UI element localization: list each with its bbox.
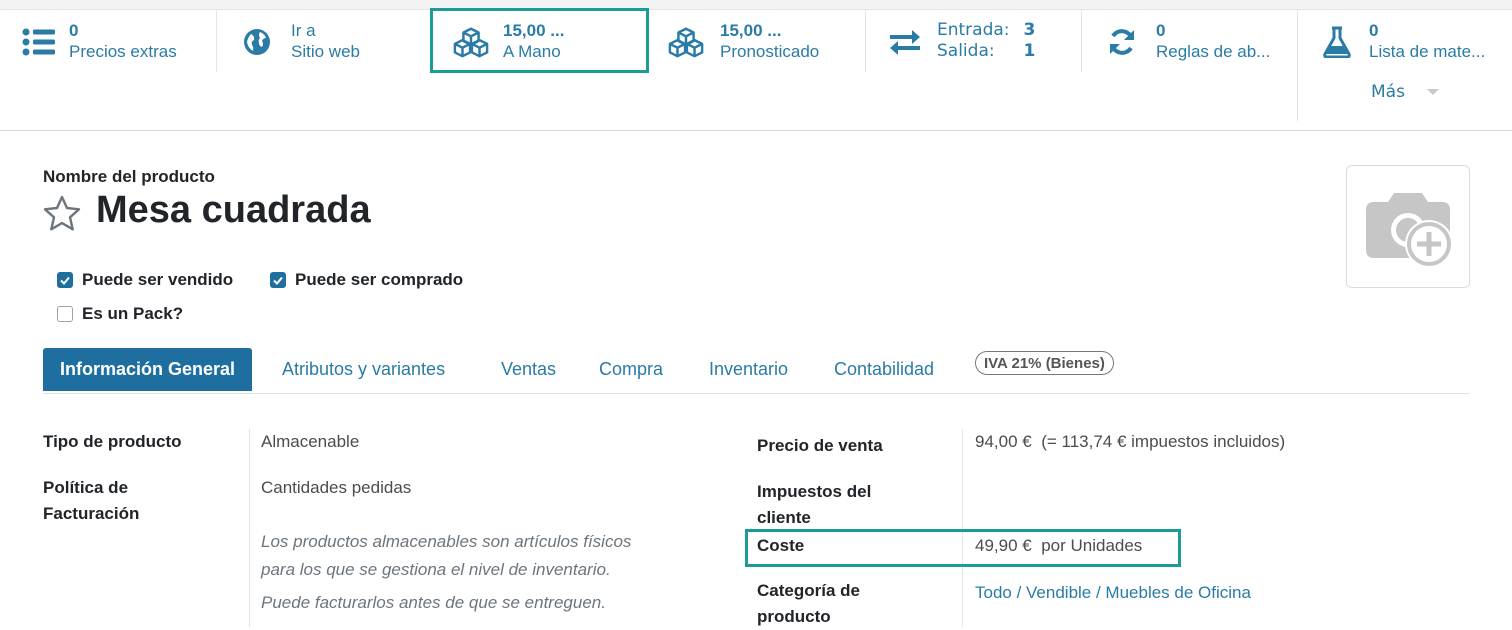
bom-count: 0 [1369, 21, 1379, 40]
can-be-purchased-label: Puede ser comprado [295, 270, 464, 289]
star-icon[interactable] [43, 195, 81, 235]
tab-attributes-variants[interactable]: Atributos y variantes [282, 348, 445, 391]
incoming-label: Entrada: [937, 20, 1010, 40]
product-name[interactable]: Mesa cuadrada [96, 189, 371, 232]
website-line2: Sitio web [291, 42, 360, 61]
can-be-sold-label: Puede ser vendido [82, 270, 234, 289]
category-label-1: Categoría de [757, 581, 860, 600]
customer-taxes-label-1: Impuestos del [757, 482, 872, 501]
globe-icon [239, 24, 275, 60]
is-pack-checkbox[interactable]: Es un Pack? [57, 304, 183, 324]
column-divider [962, 429, 963, 627]
tab-accounting[interactable]: Contabilidad [834, 348, 934, 391]
product-name-label: Nombre del producto [43, 167, 215, 186]
tax-badge[interactable]: IVA 21% (Bienes) [975, 351, 1114, 375]
invoice-policy-label-1: Política de [43, 478, 129, 497]
reorder-rules-button[interactable]: 0 Reglas de ab... [1082, 10, 1298, 72]
in-out-button[interactable]: Entrada: 3 Salida: 1 [866, 10, 1082, 72]
can-be-purchased-checkbox[interactable]: Puede ser comprado [270, 270, 463, 290]
highlight-on-hand [430, 8, 649, 73]
forecasted-button[interactable]: 15,00 ... Pronosticado [649, 10, 866, 72]
top-strip [0, 0, 1512, 10]
outgoing-count: 1 [1023, 41, 1036, 61]
more-dropdown[interactable]: Más [1297, 62, 1512, 121]
reorder-rules-count: 0 [1156, 21, 1166, 40]
invoice-policy-label-2: Facturación [43, 504, 140, 523]
smart-button-box: 0 Precios extras Ir a Sitio web 15,00 ..… [0, 10, 1512, 131]
tab-general-info[interactable]: Información General [43, 348, 253, 391]
invoice-policy-field[interactable]: Cantidades pedidas [261, 475, 411, 501]
forecasted-label: Pronosticado [720, 42, 820, 61]
tab-inventory[interactable]: Inventario [709, 348, 788, 391]
customer-taxes-label-2: cliente [757, 508, 811, 527]
tab-purchase[interactable]: Compra [599, 348, 663, 391]
flask-icon [1319, 24, 1355, 60]
camera-add-icon [1366, 192, 1453, 268]
extra-prices-button[interactable]: 0 Precios extras [0, 10, 217, 72]
incoming-count: 3 [1023, 20, 1036, 40]
exchange-icon [887, 24, 923, 60]
more-label: Más [1371, 81, 1405, 102]
cubes-icon [668, 24, 704, 60]
category-label-2: producto [757, 607, 831, 626]
forecasted-qty: 15,00 ... [720, 21, 782, 40]
product-category-link[interactable]: Todo / Vendible / Muebles de Oficina [975, 580, 1251, 606]
checkbox-unchecked-icon [57, 306, 73, 322]
extra-prices-label: Precios extras [69, 42, 177, 61]
column-divider [249, 429, 250, 627]
product-type-field[interactable]: Almacenable [261, 429, 359, 455]
can-be-sold-checkbox[interactable]: Puede ser vendido [57, 270, 233, 290]
product-type-label: Tipo de producto [43, 432, 182, 451]
refresh-icon [1104, 24, 1140, 60]
product-type-note-1b: para los que se gestiona el nivel de inv… [261, 560, 611, 579]
product-image-upload[interactable] [1346, 165, 1470, 288]
go-to-website-button[interactable]: Ir a Sitio web [217, 10, 432, 72]
checkbox-checked-icon [270, 272, 286, 288]
bom-label: Lista de mate... [1369, 42, 1486, 61]
website-line1: Ir a [291, 21, 316, 40]
sale-price-label: Precio de venta [757, 436, 883, 455]
product-type-note-2: Puede facturarlos antes de que se entreg… [261, 593, 606, 612]
checkbox-checked-icon [57, 272, 73, 288]
caret-down-icon [1426, 88, 1439, 95]
sale-price-field[interactable]: 94,00 € (= 113,74 € impuestos incluidos) [975, 429, 1285, 455]
highlight-cost [745, 529, 1181, 567]
reorder-rules-label: Reglas de ab... [1156, 42, 1271, 61]
is-pack-label: Es un Pack? [82, 304, 184, 323]
tab-sales[interactable]: Ventas [501, 348, 556, 391]
notebook-tabs: Información General Atributos y variante… [43, 348, 1469, 394]
list-icon [21, 24, 57, 60]
sale-price-value: 94,00 € [975, 432, 1032, 451]
outgoing-label: Salida: [937, 41, 995, 61]
sale-price-tax-included: (= 113,74 € impuestos incluidos) [1041, 432, 1286, 451]
extra-prices-count: 0 [69, 21, 79, 40]
product-type-note-1a: Los productos almacenables son artículos… [261, 532, 632, 551]
